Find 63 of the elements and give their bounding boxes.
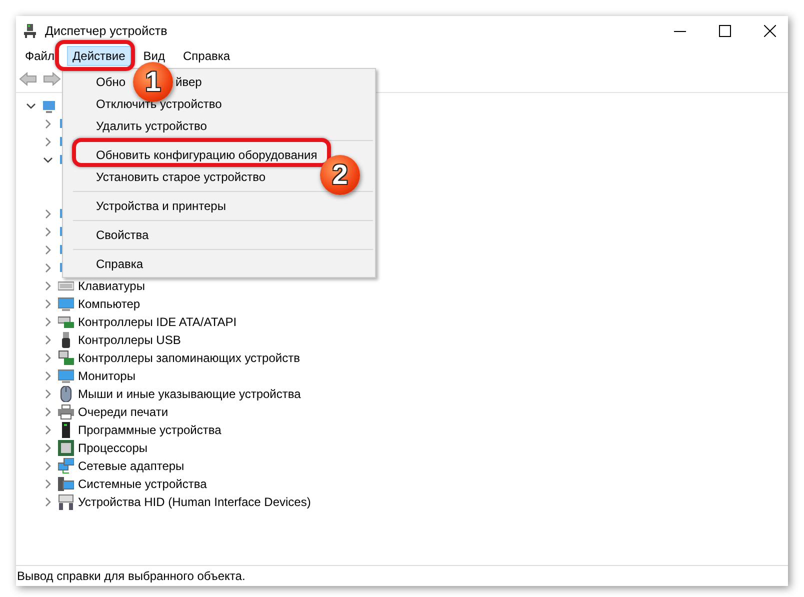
chip-icon <box>58 440 74 456</box>
menu-item[interactable]: Удалить устройство <box>96 118 207 134</box>
expand-chevron-icon[interactable] <box>43 263 53 273</box>
expand-chevron-icon[interactable] <box>43 227 53 237</box>
expand-chevron-icon[interactable] <box>43 299 53 309</box>
close-icon[interactable] <box>764 25 776 37</box>
expand-chevron-icon[interactable] <box>43 137 53 147</box>
tree-item[interactable]: Программные устройства <box>78 423 222 437</box>
network-icon <box>58 458 74 474</box>
tree-item[interactable]: Мониторы <box>78 369 136 383</box>
tree-item[interactable]: Сетевые адаптеры <box>78 459 184 473</box>
controller-card-icon <box>58 314 74 330</box>
tree-item[interactable]: Компьютер <box>78 297 140 311</box>
expand-chevron-icon[interactable] <box>43 371 53 381</box>
tree-item[interactable]: Системные устройства <box>78 477 207 491</box>
tree-item[interactable]: Устройства HID (Human Interface Devices) <box>78 495 311 509</box>
tree-item[interactable]: Контроллеры USB <box>78 333 181 347</box>
tree-item[interactable]: Клавиатуры <box>78 279 145 293</box>
expand-chevron-icon[interactable] <box>43 119 53 129</box>
expand-chevron-icon[interactable] <box>43 407 53 417</box>
expand-chevron-icon[interactable] <box>43 479 53 489</box>
window-title: Диспетчер устройств <box>45 24 168 38</box>
menu-item[interactable]: Обновить конфигурацию оборудования <box>96 147 318 163</box>
keyboard-icon <box>58 494 74 510</box>
collapse-chevron-icon[interactable] <box>43 155 53 165</box>
menu-item[interactable]: Установить старое устройство <box>96 169 266 185</box>
app-icon <box>24 24 36 38</box>
menu-item[interactable]: Справка <box>96 256 144 272</box>
expand-chevron-icon[interactable] <box>43 281 53 291</box>
expand-chevron-icon[interactable] <box>43 461 53 471</box>
collapse-chevron-icon[interactable] <box>26 101 36 111</box>
menu-item[interactable]: Устройства и принтеры <box>96 198 226 214</box>
expand-chevron-icon[interactable] <box>43 443 53 453</box>
menu-item[interactable]: Свойства <box>96 227 149 243</box>
device-icon <box>41 98 57 114</box>
expand-chevron-icon[interactable] <box>43 317 53 327</box>
tree-item[interactable]: Контроллеры IDE ATA/ATAPI <box>78 315 237 329</box>
expand-chevron-icon[interactable] <box>43 353 53 363</box>
expand-chevron-icon[interactable] <box>43 209 53 219</box>
expand-chevron-icon[interactable] <box>43 425 53 435</box>
menu-item-text[interactable]: Обно <box>96 74 126 90</box>
expand-chevron-icon[interactable] <box>43 245 53 255</box>
printer-icon <box>58 404 74 420</box>
back-icon[interactable] <box>19 72 37 86</box>
storage-controller-icon <box>58 350 74 366</box>
menu-item[interactable]: Файл <box>19 46 61 66</box>
monitor-icon <box>58 296 74 312</box>
tree-item[interactable]: Мыши и иные указывающие устройства <box>78 387 301 401</box>
menu-item-text[interactable]: йвер <box>176 74 202 90</box>
maximize-icon[interactable] <box>719 25 731 37</box>
monitor-icon <box>58 368 74 384</box>
expand-chevron-icon[interactable] <box>43 497 53 507</box>
forward-icon[interactable] <box>43 72 61 86</box>
menu-item[interactable]: Действие <box>66 46 132 66</box>
tree-item[interactable]: Процессоры <box>78 441 148 455</box>
expand-chevron-icon[interactable] <box>43 335 53 345</box>
menu-item[interactable]: Справка <box>177 46 236 66</box>
system-icon <box>58 476 74 492</box>
mouse-icon <box>58 386 74 402</box>
expand-chevron-icon[interactable] <box>43 389 53 399</box>
tree-item[interactable]: Контроллеры запоминающих устройств <box>78 351 300 365</box>
tree-item[interactable]: Очереди печати <box>78 405 168 419</box>
status-text: Вывод справки для выбранного объекта. <box>16 565 788 586</box>
